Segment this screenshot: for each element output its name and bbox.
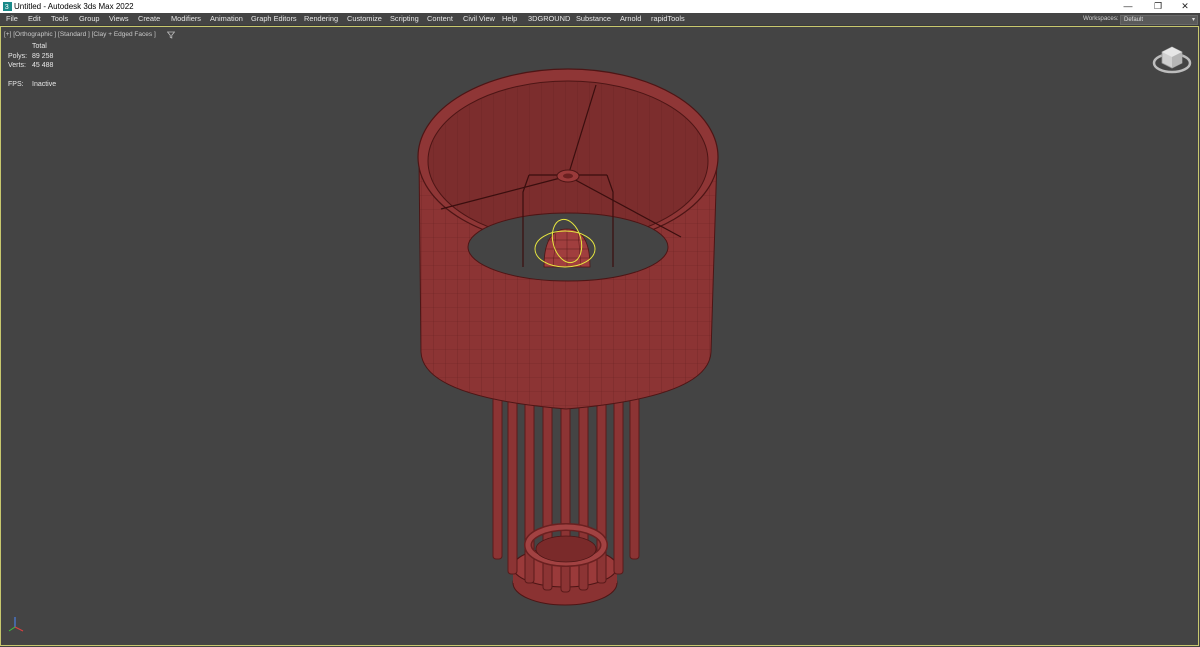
menu-rapidtools[interactable]: rapidTools bbox=[651, 13, 685, 25]
title-bar: 3 Untitled - Autodesk 3ds Max 2022 — ❐ ✕ bbox=[0, 0, 1200, 13]
restore-button[interactable]: ❐ bbox=[1145, 0, 1171, 13]
menu-bar: File Edit Tools Group Views Create Modif… bbox=[0, 13, 1200, 26]
app-icon: 3 bbox=[3, 2, 12, 11]
chevron-down-icon: ▾ bbox=[1191, 17, 1195, 23]
axis-tripod-icon bbox=[8, 617, 24, 632]
menu-tools[interactable]: Tools bbox=[51, 13, 68, 25]
window-title: Untitled - Autodesk 3ds Max 2022 bbox=[14, 2, 134, 11]
menu-animation[interactable]: Animation bbox=[210, 13, 243, 25]
menu-customize[interactable]: Customize bbox=[347, 13, 382, 25]
close-button[interactable]: ✕ bbox=[1172, 0, 1198, 13]
workspace-value: Default bbox=[1124, 17, 1144, 23]
menu-file[interactable]: File bbox=[6, 13, 18, 25]
menu-arnold[interactable]: Arnold bbox=[620, 13, 641, 25]
lamp-3d-model[interactable] bbox=[1, 27, 1199, 647]
menu-rendering[interactable]: Rendering bbox=[304, 13, 338, 25]
menu-create[interactable]: Create bbox=[138, 13, 160, 25]
menu-edit[interactable]: Edit bbox=[28, 13, 41, 25]
menu-group[interactable]: Group bbox=[79, 13, 100, 25]
workspaces-label: Workspaces: bbox=[1083, 15, 1119, 22]
menu-help[interactable]: Help bbox=[502, 13, 517, 25]
menu-graph-editors[interactable]: Graph Editors bbox=[251, 13, 297, 25]
menu-modifiers[interactable]: Modifiers bbox=[171, 13, 201, 25]
workspace-dropdown[interactable]: Default ▾ bbox=[1120, 15, 1198, 25]
menu-scripting[interactable]: Scripting bbox=[390, 13, 419, 25]
perspective-viewport[interactable]: [+] [Orthographic ] [Standard ] [Clay + … bbox=[0, 26, 1199, 646]
menu-substance[interactable]: Substance bbox=[576, 13, 611, 25]
menu-views[interactable]: Views bbox=[109, 13, 129, 25]
menu-content[interactable]: Content bbox=[427, 13, 453, 25]
menu-civil-view[interactable]: Civil View bbox=[463, 13, 495, 25]
svg-text:3: 3 bbox=[5, 2, 9, 11]
minimize-button[interactable]: — bbox=[1115, 0, 1141, 13]
menu-3dground[interactable]: 3DGROUND bbox=[528, 13, 570, 25]
